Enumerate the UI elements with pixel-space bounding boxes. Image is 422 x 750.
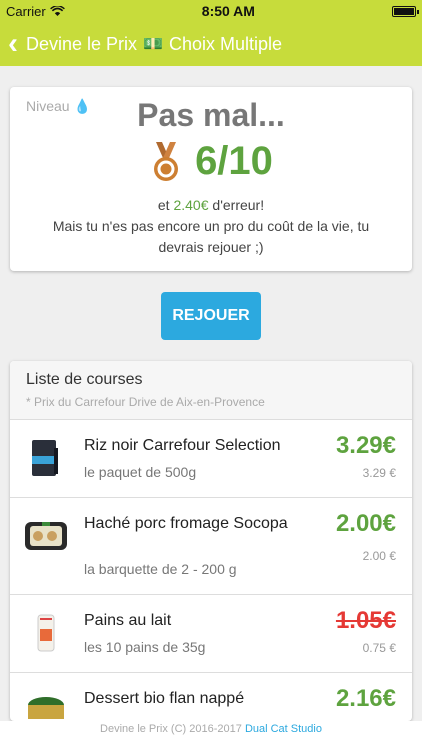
result-card: Niveau 💧 Pas mal... 6/10 et 2.40€ d'erre… xyxy=(10,87,412,271)
page-title: Choix Multiple xyxy=(168,33,283,54)
money-icon: 💵 xyxy=(143,36,163,53)
status-bar: Carrier 8:50 AM xyxy=(0,0,422,22)
product-image xyxy=(32,440,58,476)
list-subtitle: * Prix du Carrefour Drive de Aix-en-Prov… xyxy=(26,395,265,409)
result-message: Mais tu n'es pas encore un pro du coût d… xyxy=(52,218,370,255)
list-title: Liste de courses xyxy=(26,371,143,388)
item-real-price: 3.29 € xyxy=(362,466,396,480)
product-image xyxy=(37,614,55,652)
studio-link[interactable]: Dual Cat Studio xyxy=(245,723,322,735)
list-header: Liste de courses * Prix du Carrefour Dri… xyxy=(10,361,412,420)
back-chevron-icon[interactable]: ‹ xyxy=(8,29,18,59)
item-price: 1.05€ xyxy=(335,607,396,634)
score-row: 6/10 xyxy=(10,139,412,184)
item-price: 2.16€ xyxy=(335,685,396,712)
product-image xyxy=(25,522,67,550)
footer: Devine le Prix (C) 2016-2017 Dual Cat St… xyxy=(0,721,422,750)
item-price: 2.00€ xyxy=(335,510,396,537)
list-item[interactable]: Pains au lait les 10 pains de 35g 1.05€ … xyxy=(10,595,412,673)
result-headline: Pas mal... xyxy=(137,97,285,133)
item-price: 3.29€ xyxy=(335,432,396,459)
shopping-list: Liste de courses * Prix du Carrefour Dri… xyxy=(10,361,412,721)
nav-bar: ‹ Devine le Prix 💵 Choix Multiple xyxy=(0,22,422,66)
clock: 8:50 AM xyxy=(201,3,255,19)
list-item[interactable]: Riz noir Carrefour Selection le paquet d… xyxy=(10,420,412,498)
replay-button[interactable]: REJOUER xyxy=(161,292,261,340)
error-amount: 2.40€ xyxy=(173,197,209,213)
error-summary: et 2.40€ d'erreur! xyxy=(157,197,265,213)
list-item[interactable]: Haché porc fromage Socopa la barquette d… xyxy=(10,498,412,595)
wifi-icon xyxy=(49,5,65,16)
back-button[interactable]: Devine le Prix xyxy=(26,34,137,55)
product-image xyxy=(28,697,64,719)
score-value: 6/10 xyxy=(195,139,273,183)
medal-icon xyxy=(154,141,179,181)
carrier-label: Carrier xyxy=(6,3,46,19)
item-real-price: 2.00 € xyxy=(362,549,396,563)
item-real-price: 0.75 € xyxy=(362,641,396,655)
list-item[interactable]: Dessert bio flan nappé 2.16€ xyxy=(10,673,412,721)
battery-icon xyxy=(392,5,419,17)
